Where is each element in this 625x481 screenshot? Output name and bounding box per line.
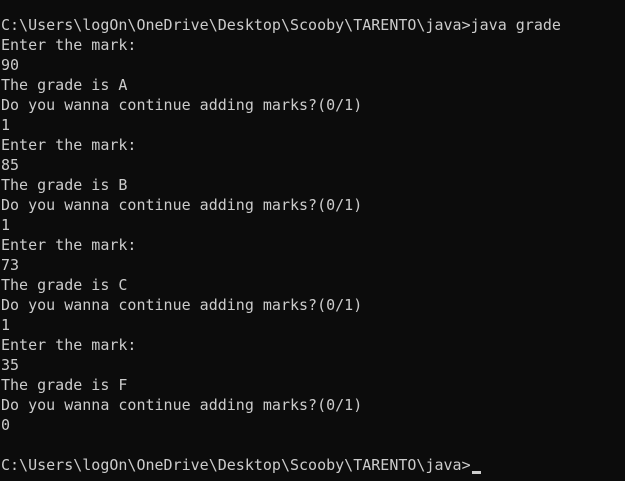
output-line: The grade is B bbox=[1, 176, 128, 194]
command-line-java-grade: C:\Users\logOn\OneDrive\Desktop\Scooby\T… bbox=[1, 16, 561, 34]
terminal-output: C:\Users\logOn\OneDrive\Desktop\Scooby\T… bbox=[1, 15, 561, 475]
output-line: Enter the mark: bbox=[1, 336, 137, 354]
input-line: 0 bbox=[1, 416, 11, 434]
output-line: The grade is A bbox=[1, 76, 128, 94]
text-cursor bbox=[471, 471, 481, 474]
terminal-window[interactable]: C:\Users\logOn\OneDrive\Desktop\Scooby\T… bbox=[0, 0, 625, 481]
output-line: Enter the mark: bbox=[1, 36, 137, 54]
input-line: 90 bbox=[1, 56, 20, 74]
output-line: Do you wanna continue adding marks?(0/1) bbox=[1, 396, 363, 414]
output-line: Enter the mark: bbox=[1, 236, 137, 254]
output-line: The grade is F bbox=[1, 376, 128, 394]
input-line: 85 bbox=[1, 156, 20, 174]
input-line: 1 bbox=[1, 116, 11, 134]
input-line: 1 bbox=[1, 216, 11, 234]
input-line: 35 bbox=[1, 356, 20, 374]
output-line: Do you wanna continue adding marks?(0/1) bbox=[1, 296, 363, 314]
output-line: Enter the mark: bbox=[1, 136, 137, 154]
output-line: The grade is C bbox=[1, 276, 128, 294]
input-line: 1 bbox=[1, 316, 11, 334]
prompt-line[interactable]: C:\Users\logOn\OneDrive\Desktop\Scooby\T… bbox=[1, 455, 561, 475]
prompt-text: C:\Users\logOn\OneDrive\Desktop\Scooby\T… bbox=[1, 456, 471, 474]
input-line: 73 bbox=[1, 256, 20, 274]
output-line: Do you wanna continue adding marks?(0/1) bbox=[1, 196, 363, 214]
output-line: Do you wanna continue adding marks?(0/1) bbox=[1, 96, 363, 114]
